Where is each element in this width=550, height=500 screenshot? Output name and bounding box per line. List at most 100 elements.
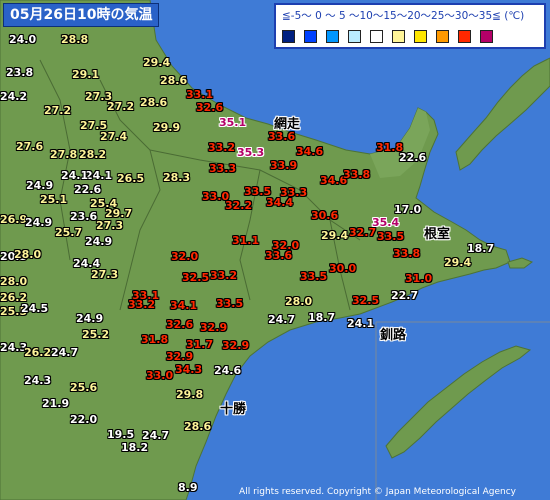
legend-swatch (480, 30, 493, 43)
temperature-value: 28.8 (61, 33, 89, 46)
temperature-value: 35.4 (372, 216, 400, 229)
temperature-value: 32.2 (225, 199, 253, 212)
temperature-value: 24.1 (347, 317, 375, 330)
temperature-value: 33.8 (343, 168, 371, 181)
temperature-value: 24.9 (26, 179, 54, 192)
temperature-value: 28.0 (0, 275, 28, 288)
temperature-value: 22.7 (391, 289, 419, 302)
legend-swatch (326, 30, 339, 43)
temperature-value: 17.0 (394, 203, 422, 216)
temperature-value: 18.7 (308, 311, 336, 324)
temperature-value: 26.9 (0, 213, 28, 226)
temperature-value: 25.2 (82, 328, 110, 341)
temperature-value: 23.8 (6, 66, 34, 79)
temperature-value: 24.3 (24, 374, 52, 387)
temperature-value: 32.9 (200, 321, 228, 334)
temperature-value: 33.3 (209, 162, 237, 175)
temperature-value: 34.6 (296, 145, 324, 158)
temperature-value: 24.5 (21, 302, 49, 315)
temperature-value: 31.1 (232, 234, 260, 247)
temperature-value: 24.6 (214, 364, 242, 377)
temperature-value: 25.6 (70, 381, 98, 394)
temperature-value: 24.9 (76, 312, 104, 325)
temperature-map: 05月26日10時の気温 ≦-5～ 0 ～ 5 ～10～15～20～25～30～… (0, 0, 550, 500)
temperature-value: 33.9 (270, 159, 298, 172)
temperature-value: 24.9 (85, 235, 113, 248)
temperature-value: 28.0 (285, 295, 313, 308)
temperature-value: 28.3 (163, 171, 191, 184)
temperature-value: 29.1 (72, 68, 100, 81)
temperature-value: 33.8 (393, 247, 421, 260)
temperature-value: 29.8 (176, 388, 204, 401)
temperature-value: 33.2 (208, 141, 236, 154)
temperature-value: 28.6 (160, 74, 188, 87)
legend-swatch (414, 30, 427, 43)
temperature-value: 29.4 (143, 56, 171, 69)
legend-scale: ≦-5～ 0 ～ 5 ～10～15～20～25～30～35≦ (℃) (282, 10, 525, 22)
legend-swatch (458, 30, 471, 43)
temperature-value: 33.1 (186, 88, 214, 101)
temperature-value: 27.2 (107, 100, 135, 113)
temperature-value: 26.5 (117, 172, 145, 185)
legend-swatches (282, 30, 493, 43)
temperature-value: 26.2 (24, 346, 52, 359)
temperature-value: 24.2 (0, 90, 28, 103)
temperature-value: 24.7 (268, 313, 296, 326)
temperature-value: 22.6 (74, 183, 102, 196)
temperature-value: 33.5 (216, 297, 244, 310)
place-label-nemuro: 根室 (424, 227, 451, 242)
legend-swatch (304, 30, 317, 43)
temperature-value: 31.0 (405, 272, 433, 285)
temperature-value: 34.1 (170, 299, 198, 312)
legend-swatch (370, 30, 383, 43)
temperature-value: 29.4 (321, 229, 349, 242)
temperature-value: 32.9 (166, 350, 194, 363)
temperature-value: 27.3 (96, 219, 124, 232)
place-label-kushiro: 釧路 (380, 328, 407, 343)
temperature-value: 18.7 (467, 242, 495, 255)
temperature-value: 30.0 (329, 262, 357, 275)
temperature-value: 28.2 (79, 148, 107, 161)
temperature-value: 24.7 (51, 346, 79, 359)
temperature-value: 32.9 (222, 339, 250, 352)
temperature-value: 33.0 (146, 369, 174, 382)
temperature-value: 21.9 (42, 397, 70, 410)
temperature-value: 28.0 (14, 248, 42, 261)
copyright: All rights reserved. Copyright © Japan M… (239, 487, 516, 497)
temperature-value: 30.6 (311, 209, 339, 222)
temperature-value: 22.6 (399, 151, 427, 164)
temperature-value: 33.2 (128, 298, 156, 311)
temperature-value: 27.6 (16, 140, 44, 153)
temperature-value: 35.1 (219, 116, 247, 129)
temperature-value: 28.6 (184, 420, 212, 433)
temperature-value: 27.8 (50, 148, 78, 161)
map-title: 05月26日10時の気温 (3, 3, 160, 27)
temperature-value: 32.5 (182, 271, 210, 284)
temperature-value: 27.4 (100, 130, 128, 143)
temperature-value: 31.8 (141, 333, 169, 346)
temperature-value: 27.3 (91, 268, 119, 281)
temperature-value: 19.5 (107, 428, 135, 441)
temperature-value: 18.2 (121, 441, 149, 454)
temperature-value: 32.6 (166, 318, 194, 331)
temperature-value: 22.0 (70, 413, 98, 426)
temperature-value: 33.5 (377, 230, 405, 243)
temperature-value: 35.3 (237, 146, 265, 159)
temperature-value: 24.9 (25, 216, 53, 229)
temperature-value: 32.0 (171, 250, 199, 263)
temperature-value: 24.1 (61, 169, 89, 182)
place-label-tokachi: 十勝 (220, 402, 247, 417)
temperature-value: 32.6 (196, 101, 224, 114)
temperature-value: 25.1 (40, 193, 68, 206)
legend: ≦-5～ 0 ～ 5 ～10～15～20～25～30～35≦ (℃) (274, 3, 546, 49)
temperature-value: 33.2 (210, 269, 238, 282)
temperature-value: 28.6 (140, 96, 168, 109)
temperature-value: 27.2 (44, 104, 72, 117)
legend-swatch (348, 30, 361, 43)
temperature-value: 23.6 (70, 210, 98, 223)
temperature-value: 32.5 (352, 294, 380, 307)
temperature-value: 29.4 (444, 256, 472, 269)
temperature-value: 33.6 (268, 130, 296, 143)
temperature-value: 33.5 (300, 270, 328, 283)
temperature-value: 34.4 (266, 196, 294, 209)
